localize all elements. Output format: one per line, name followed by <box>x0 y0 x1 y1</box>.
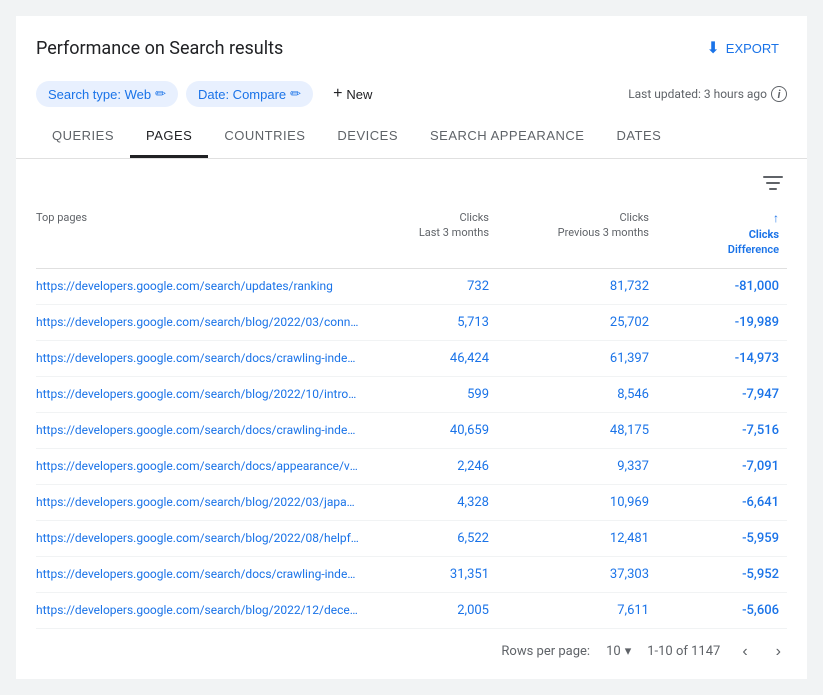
cell-url[interactable]: https://developers.google.com/search/upd… <box>36 279 367 293</box>
rows-dropdown-icon: ▾ <box>625 644 632 659</box>
tab-pages[interactable]: PAGES <box>130 116 208 158</box>
prev-page-button[interactable]: ‹ <box>736 641 753 663</box>
cell-clicks-prev: 61,397 <box>497 351 657 366</box>
cell-clicks-prev: 10,969 <box>497 495 657 510</box>
tab-queries[interactable]: QUERIES <box>36 116 130 158</box>
last-updated: Last updated: 3 hours ago i <box>628 86 787 102</box>
cell-clicks-prev: 8,546 <box>497 387 657 402</box>
cell-url[interactable]: https://developers.google.com/search/blo… <box>36 531 367 545</box>
table-header: Top pages Clicks Last 3 months Clicks Pr… <box>36 204 787 269</box>
cell-url[interactable]: https://developers.google.com/search/doc… <box>36 459 367 473</box>
rows-per-page-value: 10 <box>606 644 621 659</box>
sort-arrow-icon: ↑ <box>773 210 779 227</box>
page-range: 1-10 of 1147 <box>647 644 720 659</box>
edit-search-type-icon: ✏ <box>155 86 166 102</box>
cell-clicks-last: 599 <box>367 387 497 402</box>
cell-url[interactable]: https://developers.google.com/search/doc… <box>36 567 367 581</box>
filter-bar: Search type: Web ✏ Date: Compare ✏ + New… <box>16 72 807 116</box>
cell-clicks-last: 46,424 <box>367 351 497 366</box>
date-label: Date: Compare <box>198 87 286 102</box>
main-container: Performance on Search results ⬇ EXPORT S… <box>16 16 807 679</box>
rows-per-page-select[interactable]: 10 ▾ <box>606 644 631 659</box>
next-page-button[interactable]: › <box>770 641 787 663</box>
top-bar: Performance on Search results ⬇ EXPORT <box>16 16 807 72</box>
col-header-clicks-prev: Clicks Previous 3 months <box>497 208 657 260</box>
cell-clicks-prev: 9,337 <box>497 459 657 474</box>
tab-countries[interactable]: COUNTRIES <box>208 116 321 158</box>
date-filter[interactable]: Date: Compare ✏ <box>186 81 313 107</box>
export-label: EXPORT <box>726 41 779 56</box>
cell-clicks-last: 31,351 <box>367 567 497 582</box>
cell-clicks-diff: -7,516 <box>657 423 787 438</box>
cell-clicks-diff: -7,947 <box>657 387 787 402</box>
search-type-label: Search type: Web <box>48 87 151 102</box>
col-header-url: Top pages <box>36 208 367 260</box>
cell-clicks-last: 4,328 <box>367 495 497 510</box>
table-row: https://developers.google.com/search/doc… <box>36 449 787 485</box>
tabs-container: QUERIES PAGES COUNTRIES DEVICES SEARCH A… <box>16 116 807 159</box>
clicks-prev-label: Clicks Previous 3 months <box>505 210 649 241</box>
cell-clicks-diff: -5,606 <box>657 603 787 618</box>
edit-date-icon: ✏ <box>290 86 301 102</box>
clicks-last-label: Clicks Last 3 months <box>375 210 489 241</box>
table-row: https://developers.google.com/search/blo… <box>36 485 787 521</box>
new-button-label: New <box>346 87 372 102</box>
table-row: https://developers.google.com/search/upd… <box>36 269 787 305</box>
cell-clicks-diff: -7,091 <box>657 459 787 474</box>
tab-dates[interactable]: DATES <box>600 116 677 158</box>
cell-clicks-diff: -5,952 <box>657 567 787 582</box>
col-header-clicks-last: Clicks Last 3 months <box>367 208 497 260</box>
page-title: Performance on Search results <box>36 38 283 59</box>
new-filter-button[interactable]: + New <box>321 80 384 108</box>
cell-clicks-last: 40,659 <box>367 423 497 438</box>
col-header-clicks-diff[interactable]: ↑ Clicks Difference <box>657 208 787 260</box>
export-button[interactable]: ⬇ EXPORT <box>698 32 787 64</box>
cell-clicks-last: 5,713 <box>367 315 497 330</box>
pagination-row: Rows per page: 10 ▾ 1-10 of 1147 ‹ › <box>36 629 787 663</box>
table-filter-row <box>36 159 787 204</box>
top-pages-label: Top pages <box>36 211 87 224</box>
cell-url[interactable]: https://developers.google.com/search/blo… <box>36 603 367 617</box>
table-row: https://developers.google.com/search/blo… <box>36 305 787 341</box>
cell-clicks-prev: 7,611 <box>497 603 657 618</box>
cell-clicks-last: 6,522 <box>367 531 497 546</box>
cell-url[interactable]: https://developers.google.com/search/blo… <box>36 387 367 401</box>
table-body: https://developers.google.com/search/upd… <box>36 269 787 629</box>
cell-clicks-prev: 25,702 <box>497 315 657 330</box>
cell-clicks-last: 2,246 <box>367 459 497 474</box>
column-filter-button[interactable] <box>759 171 787 200</box>
cell-url[interactable]: https://developers.google.com/search/doc… <box>36 423 367 437</box>
tab-devices[interactable]: DEVICES <box>321 116 414 158</box>
search-type-filter[interactable]: Search type: Web ✏ <box>36 81 178 107</box>
table-row: https://developers.google.com/search/doc… <box>36 557 787 593</box>
rows-per-page-label: Rows per page: <box>501 644 590 659</box>
table-row: https://developers.google.com/search/blo… <box>36 377 787 413</box>
cell-clicks-prev: 12,481 <box>497 531 657 546</box>
plus-icon: + <box>333 85 342 103</box>
table-section: Top pages Clicks Last 3 months Clicks Pr… <box>16 159 807 679</box>
cell-clicks-diff: -5,959 <box>657 531 787 546</box>
cell-clicks-prev: 37,303 <box>497 567 657 582</box>
cell-clicks-diff: -81,000 <box>657 279 787 294</box>
cell-clicks-last: 2,005 <box>367 603 497 618</box>
table-row: https://developers.google.com/search/blo… <box>36 593 787 629</box>
cell-clicks-diff: -14,973 <box>657 351 787 366</box>
table-row: https://developers.google.com/search/blo… <box>36 521 787 557</box>
cell-clicks-diff: -6,641 <box>657 495 787 510</box>
last-updated-text: Last updated: 3 hours ago <box>628 87 767 101</box>
table-row: https://developers.google.com/search/doc… <box>36 341 787 377</box>
cell-clicks-prev: 48,175 <box>497 423 657 438</box>
export-icon: ⬇ <box>706 38 719 58</box>
cell-clicks-last: 732 <box>367 279 497 294</box>
info-icon[interactable]: i <box>771 86 787 102</box>
cell-clicks-prev: 81,732 <box>497 279 657 294</box>
tab-search-appearance[interactable]: SEARCH APPEARANCE <box>414 116 600 158</box>
table-row: https://developers.google.com/search/doc… <box>36 413 787 449</box>
cell-url[interactable]: https://developers.google.com/search/blo… <box>36 315 367 329</box>
cell-url[interactable]: https://developers.google.com/search/doc… <box>36 351 367 365</box>
cell-clicks-diff: -19,989 <box>657 315 787 330</box>
cell-url[interactable]: https://developers.google.com/search/blo… <box>36 495 367 509</box>
filter-lines-icon <box>763 175 783 191</box>
